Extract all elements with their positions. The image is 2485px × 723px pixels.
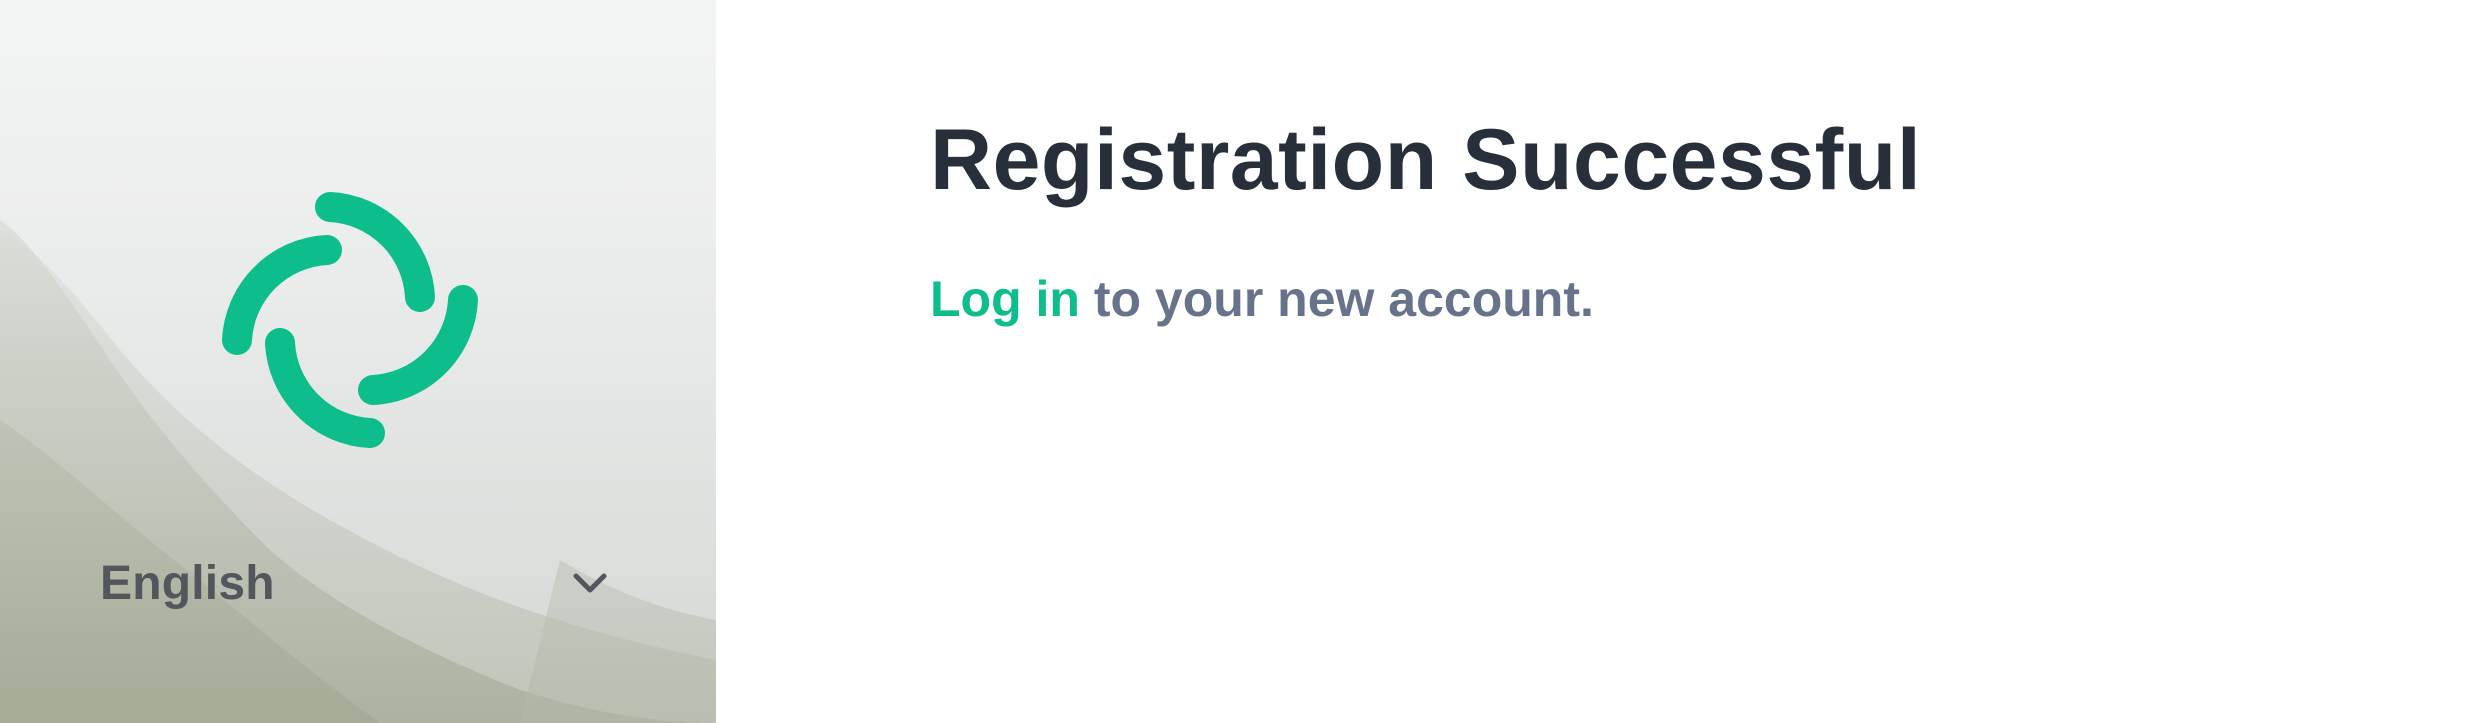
main-content: Registration Successful Log in to your n… (930, 105, 2330, 331)
element-logo-icon (222, 192, 478, 448)
language-dropdown[interactable]: English (100, 548, 610, 618)
language-selected-label: English (100, 556, 275, 610)
chevron-down-icon (573, 573, 607, 593)
login-link[interactable]: Log in (930, 271, 1080, 327)
auth-sidebar: English (0, 0, 716, 723)
success-message: Log in to your new account. (930, 267, 2330, 331)
page-title: Registration Successful (930, 112, 1922, 208)
registration-page: English Registration Successful Log in t… (0, 0, 2485, 723)
success-message-text: to your new account. (1079, 271, 1594, 327)
